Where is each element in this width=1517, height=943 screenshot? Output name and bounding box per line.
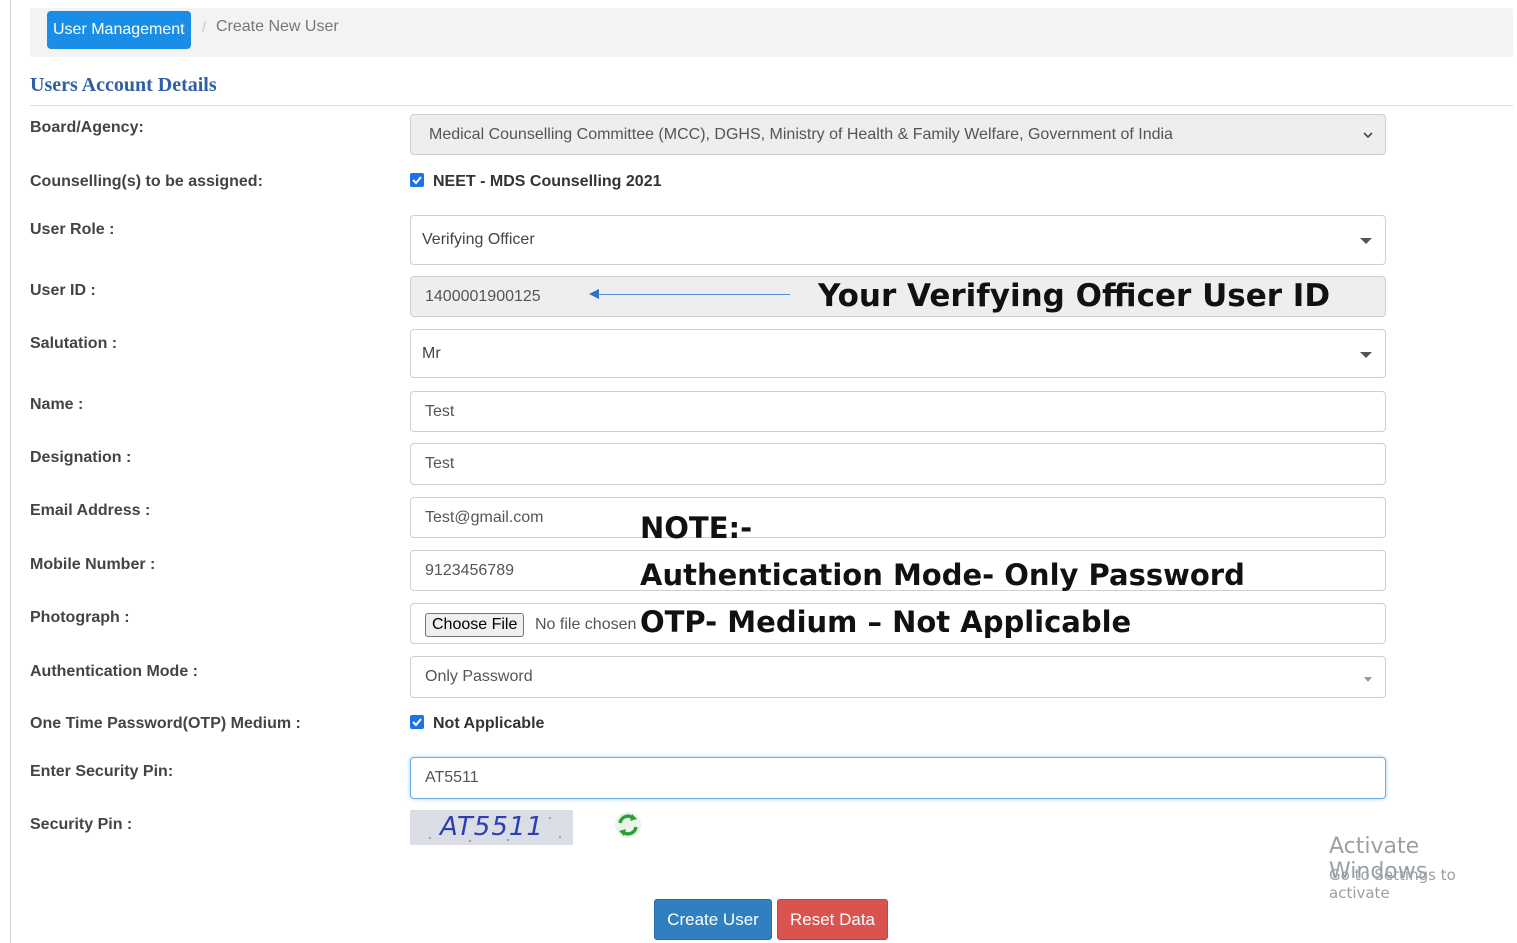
user-role-label: User Role : [30, 221, 115, 238]
enter-pin-label: Enter Security Pin: [30, 763, 174, 780]
breadcrumb-current: Create New User [216, 18, 339, 35]
email-value: Test@gmail.com [425, 509, 544, 526]
breadcrumb: User Management / Create New User [30, 8, 1513, 57]
note-line-otp: OTP- Medium – Not Applicable [640, 605, 1132, 639]
checkmark-icon [412, 176, 422, 185]
otp-option-label: Not Applicable [433, 715, 545, 732]
mobile-value: 9123456789 [425, 562, 514, 579]
photograph-label: Photograph : [30, 609, 130, 626]
email-input[interactable]: Test@gmail.com [410, 497, 1386, 538]
salutation-label: Salutation : [30, 335, 118, 352]
section-divider [30, 105, 1513, 106]
create-user-button[interactable]: Create User [654, 899, 772, 940]
board-label: Board/Agency: [30, 119, 144, 136]
breadcrumb-user-management[interactable]: User Management [47, 11, 191, 49]
breadcrumb-separator: / [202, 19, 207, 36]
caret-down-icon [1364, 677, 1372, 682]
refresh-icon[interactable] [613, 810, 643, 840]
mobile-label: Mobile Number : [30, 556, 156, 573]
annotation-arrow-line [598, 294, 790, 295]
salutation-value: Mr [422, 345, 441, 362]
name-input[interactable]: Test [410, 391, 1386, 432]
chevron-down-icon [1363, 132, 1373, 139]
counselling-option-label: NEET - MDS Counselling 2021 [433, 173, 662, 190]
note-title: NOTE:- [640, 511, 753, 545]
user-id-label: User ID : [30, 282, 96, 299]
designation-input[interactable]: Test [410, 443, 1386, 485]
otp-checkbox[interactable] [410, 715, 424, 729]
user-role-select[interactable]: Verifying Officer [410, 215, 1386, 265]
security-pin-value: AT5511 [425, 769, 479, 786]
section-title: Users Account Details [30, 74, 217, 96]
file-status: No file chosen [535, 616, 637, 633]
salutation-select[interactable]: Mr [410, 329, 1386, 378]
board-value: Medical Counselling Committee (MCC), DGH… [429, 126, 1173, 143]
board-select[interactable]: Medical Counselling Committee (MCC), DGH… [410, 114, 1386, 155]
caret-down-icon [1360, 238, 1372, 244]
email-label: Email Address : [30, 502, 151, 519]
counselling-checkbox[interactable] [410, 173, 424, 187]
counselling-label: Counselling(s) to be assigned: [30, 173, 263, 190]
otp-label: One Time Password(OTP) Medium : [30, 715, 301, 732]
reset-data-button[interactable]: Reset Data [777, 899, 888, 940]
note-line-auth: Authentication Mode- Only Password [640, 558, 1245, 592]
name-label: Name : [30, 396, 84, 413]
security-pin-label: Security Pin : [30, 816, 133, 833]
auth-mode-select[interactable]: Only Password [410, 656, 1386, 698]
security-pin-input[interactable]: AT5511 [410, 757, 1386, 799]
left-border [10, 0, 11, 943]
captcha-text: AT5511 [440, 812, 544, 842]
user-id-value: 1400001900125 [425, 288, 541, 305]
checkmark-icon [412, 718, 422, 727]
captcha-image: AT5511 [410, 810, 573, 845]
caret-down-icon [1360, 352, 1372, 358]
name-value: Test [425, 403, 455, 420]
activate-windows-subtext: Go to Settings to activate [1329, 866, 1456, 902]
choose-file-button[interactable]: Choose File [425, 613, 525, 637]
user-role-value: Verifying Officer [422, 231, 535, 248]
designation-label: Designation : [30, 449, 132, 466]
userid-annotation: Your Verifying Officer User ID [818, 278, 1331, 314]
auth-mode-value: Only Password [425, 668, 533, 685]
designation-value: Test [425, 455, 455, 472]
auth-mode-label: Authentication Mode : [30, 663, 198, 680]
